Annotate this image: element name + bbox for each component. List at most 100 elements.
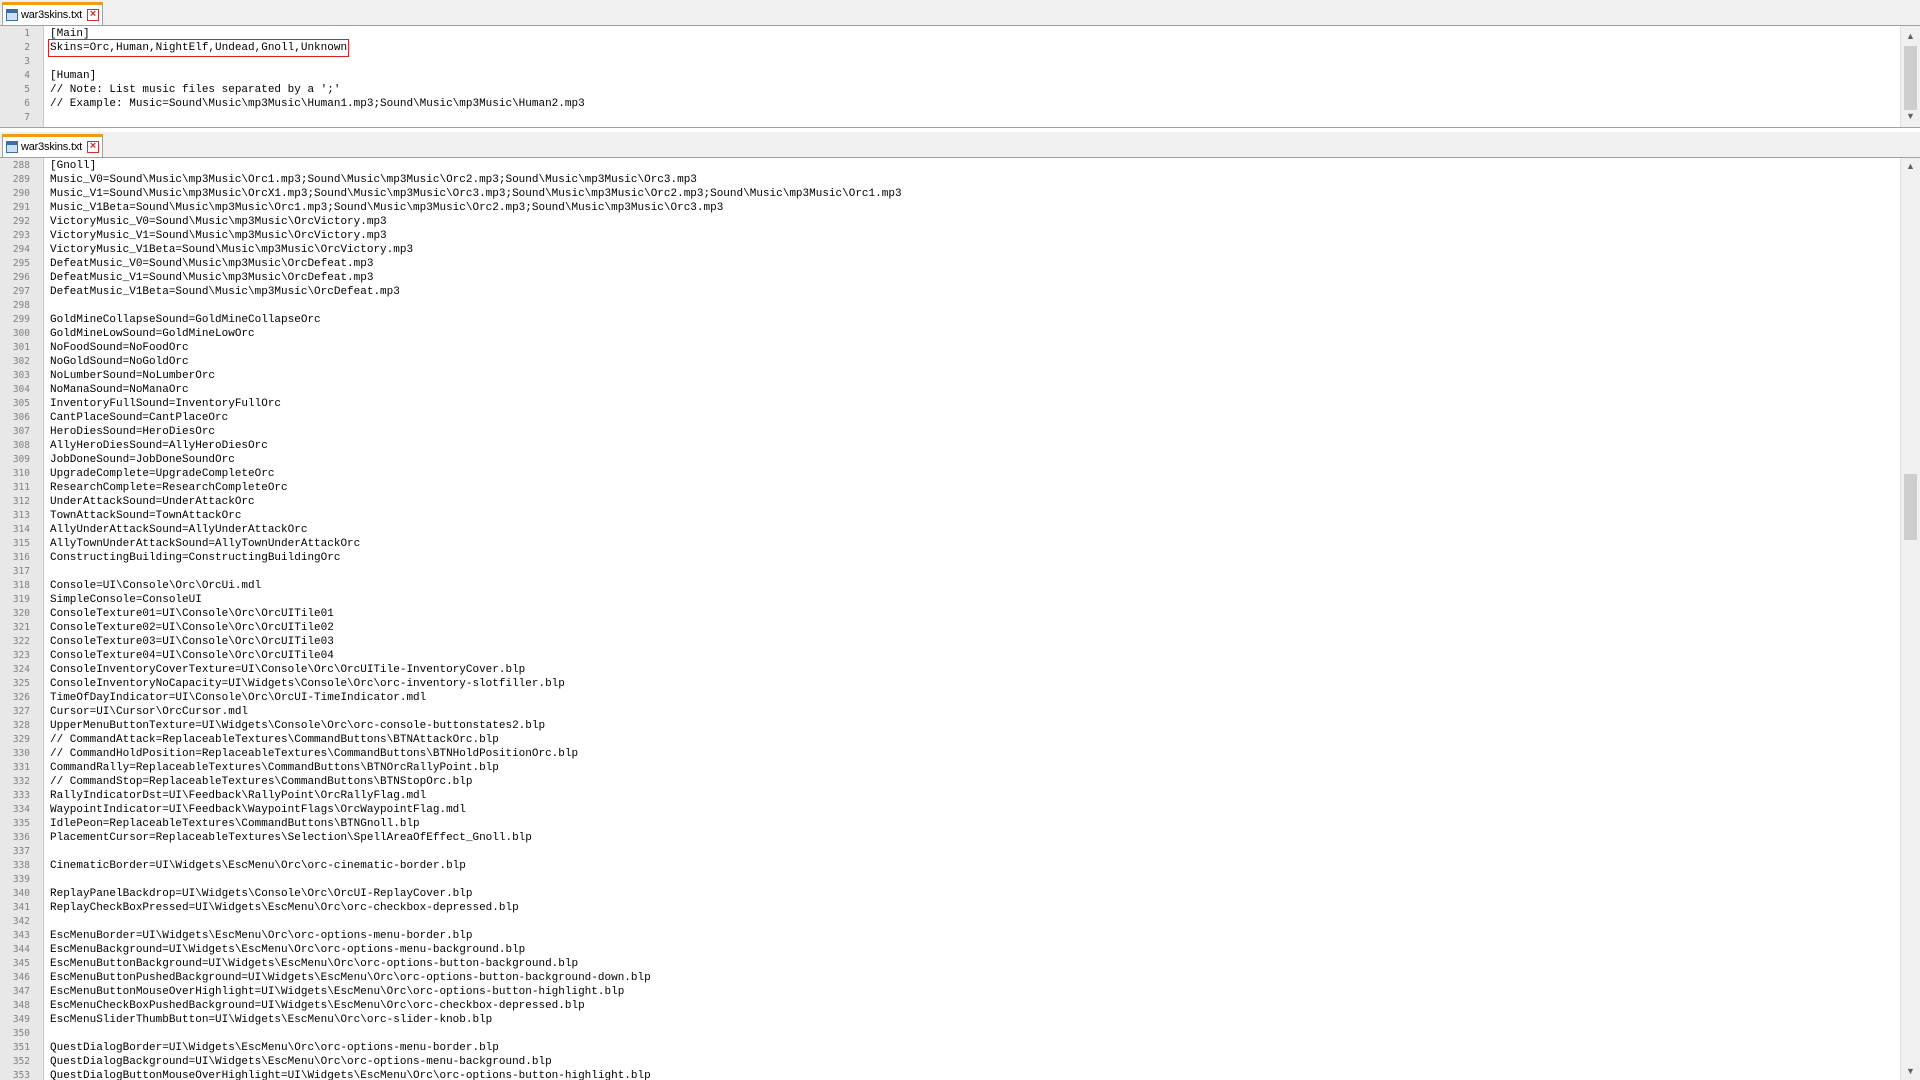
code-line[interactable]: 349 EscMenuSliderThumbButton=UI\Widgets\E… bbox=[0, 1013, 1900, 1027]
code-text[interactable]: SimpleConsole=ConsoleUI bbox=[50, 593, 202, 607]
code-text[interactable]: // CommandStop=ReplaceableTextures\Comma… bbox=[50, 775, 472, 789]
code-text[interactable]: EscMenuButtonMouseOverHighlight=UI\Widge… bbox=[50, 985, 624, 999]
code-text[interactable]: Cursor=UI\Cursor\OrcCursor.mdl bbox=[50, 705, 248, 719]
highlighted-code-text[interactable]: Skins=Orc,Human,NightElf,Undead,Gnoll,Un… bbox=[47, 39, 350, 57]
code-text[interactable]: CinematicBorder=UI\Widgets\EscMenu\Orc\o… bbox=[50, 859, 466, 873]
editor-pane-top[interactable]: 1 [Main] 2 Skins=Orc,Human,NightElf,Undead,… bbox=[0, 26, 1920, 128]
code-line[interactable]: 315 AllyTownUnderAttackSound=AllyTownUnde… bbox=[0, 537, 1900, 551]
code-line[interactable]: 294 VictoryMusic_V1Beta=Sound\Music\mp3Mu… bbox=[0, 243, 1900, 257]
code-text[interactable]: // Note: List music files separated by a… bbox=[50, 83, 340, 97]
code-text[interactable]: // Example: Music=Sound\Music\mp3Music\H… bbox=[50, 97, 585, 111]
code-text[interactable]: CantPlaceSound=CantPlaceOrc bbox=[50, 411, 228, 425]
code-line[interactable]: 324 ConsoleInventoryCoverTexture=UI\Conso… bbox=[0, 663, 1900, 677]
code-line[interactable]: 344 EscMenuBackground=UI\Widgets\EscMenu\… bbox=[0, 943, 1900, 957]
code-text[interactable]: EscMenuSliderThumbButton=UI\Widgets\EscM… bbox=[50, 1013, 492, 1027]
code-text[interactable]: ConsoleTexture02=UI\Console\Orc\OrcUITil… bbox=[50, 621, 334, 635]
code-text[interactable]: ConsoleTexture04=UI\Console\Orc\OrcUITil… bbox=[50, 649, 334, 663]
code-text[interactable]: DefeatMusic_V1=Sound\Music\mp3Music\OrcD… bbox=[50, 271, 373, 285]
code-line[interactable]: 336 PlacementCursor=ReplaceableTextures\S… bbox=[0, 831, 1900, 845]
code-line[interactable]: 303 NoLumberSound=NoLumberOrc bbox=[0, 369, 1900, 383]
code-line[interactable]: 292 VictoryMusic_V0=Sound\Music\mp3Music\… bbox=[0, 215, 1900, 229]
vertical-scrollbar-top[interactable]: ▲ ▼ bbox=[1900, 26, 1920, 127]
code-line[interactable]: 301 NoFoodSound=NoFoodOrc bbox=[0, 341, 1900, 355]
code-text[interactable]: ConstructingBuilding=ConstructingBuildin… bbox=[50, 551, 340, 565]
code-line[interactable]: 325 ConsoleInventoryNoCapacity=UI\Widgets… bbox=[0, 677, 1900, 691]
code-line[interactable]: 321 ConsoleTexture02=UI\Console\Orc\OrcUI… bbox=[0, 621, 1900, 635]
code-line[interactable]: 335 IdlePeon=ReplaceableTextures\CommandB… bbox=[0, 817, 1900, 831]
code-text[interactable]: Console=UI\Console\Orc\OrcUi.mdl bbox=[50, 579, 261, 593]
code-line[interactable]: 323 ConsoleTexture04=UI\Console\Orc\OrcUI… bbox=[0, 649, 1900, 663]
code-text[interactable]: AllyHeroDiesSound=AllyHeroDiesOrc bbox=[50, 439, 268, 453]
code-line[interactable]: 311 ResearchComplete=ResearchCompleteOrc bbox=[0, 481, 1900, 495]
code-line[interactable]: 289 Music_V0=Sound\Music\mp3Music\Orc1.mp… bbox=[0, 173, 1900, 187]
code-text[interactable]: VictoryMusic_V0=Sound\Music\mp3Music\Orc… bbox=[50, 215, 387, 229]
code-line[interactable]: 337 bbox=[0, 845, 1900, 859]
code-line[interactable]: 334 WaypointIndicator=UI\Feedback\Waypoin… bbox=[0, 803, 1900, 817]
code-text[interactable]: UnderAttackSound=UnderAttackOrc bbox=[50, 495, 255, 509]
code-line[interactable]: 297 DefeatMusic_V1Beta=Sound\Music\mp3Mus… bbox=[0, 285, 1900, 299]
code-line[interactable]: 350 bbox=[0, 1027, 1900, 1041]
scroll-down-arrow-icon[interactable]: ▼ bbox=[1901, 1063, 1920, 1080]
code-line[interactable]: 306 CantPlaceSound=CantPlaceOrc bbox=[0, 411, 1900, 425]
code-line[interactable]: 310 UpgradeComplete=UpgradeCompleteOrc bbox=[0, 467, 1900, 481]
code-text[interactable]: HeroDiesSound=HeroDiesOrc bbox=[50, 425, 215, 439]
code-text[interactable]: // CommandHoldPosition=ReplaceableTextur… bbox=[50, 747, 578, 761]
code-text[interactable]: PlacementCursor=ReplaceableTextures\Sele… bbox=[50, 831, 532, 845]
code-text[interactable]: TimeOfDayIndicator=UI\Console\Orc\OrcUI-… bbox=[50, 691, 426, 705]
code-line[interactable]: 307 HeroDiesSound=HeroDiesOrc bbox=[0, 425, 1900, 439]
code-text[interactable]: EscMenuBackground=UI\Widgets\EscMenu\Orc… bbox=[50, 943, 525, 957]
code-text[interactable]: QuestDialogBackground=UI\Widgets\EscMenu… bbox=[50, 1055, 552, 1069]
code-line[interactable]: 326 TimeOfDayIndicator=UI\Console\Orc\Orc… bbox=[0, 691, 1900, 705]
code-line[interactable]: 7 bbox=[0, 111, 1900, 125]
code-line[interactable]: 352 QuestDialogBackground=UI\Widgets\EscM… bbox=[0, 1055, 1900, 1069]
code-line[interactable]: 320 ConsoleTexture01=UI\Console\Orc\OrcUI… bbox=[0, 607, 1900, 621]
code-line[interactable]: 347 EscMenuButtonMouseOverHighlight=UI\Wi… bbox=[0, 985, 1900, 999]
code-text[interactable]: ConsoleTexture03=UI\Console\Orc\OrcUITil… bbox=[50, 635, 334, 649]
code-text[interactable]: ConsoleInventoryCoverTexture=UI\Console\… bbox=[50, 663, 525, 677]
vertical-scrollbar-bottom[interactable]: ▲ ▼ bbox=[1900, 158, 1920, 1080]
code-text[interactable]: AllyTownUnderAttackSound=AllyTownUnderAt… bbox=[50, 537, 360, 551]
code-text[interactable]: InventoryFullSound=InventoryFullOrc bbox=[50, 397, 281, 411]
code-line[interactable]: 299 GoldMineCollapseSound=GoldMineCollaps… bbox=[0, 313, 1900, 327]
code-text[interactable]: NoManaSound=NoManaOrc bbox=[50, 383, 189, 397]
code-text[interactable]: VictoryMusic_V1Beta=Sound\Music\mp3Music… bbox=[50, 243, 413, 257]
code-text[interactable]: // CommandAttack=ReplaceableTextures\Com… bbox=[50, 733, 499, 747]
code-line[interactable]: 345 EscMenuButtonBackground=UI\Widgets\Es… bbox=[0, 957, 1900, 971]
code-line[interactable]: 313 TownAttackSound=TownAttackOrc bbox=[0, 509, 1900, 523]
code-text[interactable]: IdlePeon=ReplaceableTextures\CommandButt… bbox=[50, 817, 420, 831]
code-text[interactable]: DefeatMusic_V0=Sound\Music\mp3Music\OrcD… bbox=[50, 257, 373, 271]
code-line[interactable]: 314 AllyUnderAttackSound=AllyUnderAttackO… bbox=[0, 523, 1900, 537]
code-text[interactable]: EscMenuButtonBackground=UI\Widgets\EscMe… bbox=[50, 957, 578, 971]
code-line[interactable]: 341 ReplayCheckBoxPressed=UI\Widgets\EscM… bbox=[0, 901, 1900, 915]
code-line[interactable]: 340 ReplayPanelBackdrop=UI\Widgets\Consol… bbox=[0, 887, 1900, 901]
code-text[interactable]: EscMenuBorder=UI\Widgets\EscMenu\Orc\orc… bbox=[50, 929, 472, 943]
code-text[interactable]: EscMenuButtonPushedBackground=UI\Widgets… bbox=[50, 971, 651, 985]
code-text[interactable]: VictoryMusic_V1=Sound\Music\mp3Music\Orc… bbox=[50, 229, 387, 243]
code-line[interactable]: 329 // CommandAttack=ReplaceableTextures\… bbox=[0, 733, 1900, 747]
code-line[interactable]: 300 GoldMineLowSound=GoldMineLowOrc bbox=[0, 327, 1900, 341]
code-text[interactable]: NoFoodSound=NoFoodOrc bbox=[50, 341, 189, 355]
code-line[interactable]: 346 EscMenuButtonPushedBackground=UI\Widg… bbox=[0, 971, 1900, 985]
code-text[interactable]: [Gnoll] bbox=[50, 159, 96, 173]
code-line[interactable]: 288 [Gnoll] bbox=[0, 159, 1900, 173]
code-line[interactable]: 333 RallyIndicatorDst=UI\Feedback\RallyPo… bbox=[0, 789, 1900, 803]
code-line[interactable]: 353 QuestDialogButtonMouseOverHighlight=U… bbox=[0, 1069, 1900, 1080]
code-line[interactable]: 317 bbox=[0, 565, 1900, 579]
code-text[interactable]: Music_V0=Sound\Music\mp3Music\Orc1.mp3;S… bbox=[50, 173, 697, 187]
close-icon[interactable]: × bbox=[86, 141, 99, 153]
close-icon[interactable]: × bbox=[86, 9, 99, 21]
code-line[interactable]: 316 ConstructingBuilding=ConstructingBuil… bbox=[0, 551, 1900, 565]
code-line[interactable]: 305 InventoryFullSound=InventoryFullOrc bbox=[0, 397, 1900, 411]
code-text[interactable]: GoldMineLowSound=GoldMineLowOrc bbox=[50, 327, 255, 341]
code-line[interactable]: 312 UnderAttackSound=UnderAttackOrc bbox=[0, 495, 1900, 509]
code-text[interactable]: NoGoldSound=NoGoldOrc bbox=[50, 355, 189, 369]
code-text[interactable]: WaypointIndicator=UI\Feedback\WaypointFl… bbox=[50, 803, 466, 817]
code-text[interactable]: QuestDialogBorder=UI\Widgets\EscMenu\Orc… bbox=[50, 1041, 499, 1055]
scroll-thumb-top[interactable] bbox=[1904, 46, 1917, 110]
code-text[interactable]: ReplayCheckBoxPressed=UI\Widgets\EscMenu… bbox=[50, 901, 519, 915]
code-line[interactable]: 318 Console=UI\Console\Orc\OrcUi.mdl bbox=[0, 579, 1900, 593]
code-text[interactable]: JobDoneSound=JobDoneSoundOrc bbox=[50, 453, 235, 467]
code-line[interactable]: 304 NoManaSound=NoManaOrc bbox=[0, 383, 1900, 397]
code-line[interactable]: 295 DefeatMusic_V0=Sound\Music\mp3Music\O… bbox=[0, 257, 1900, 271]
code-line[interactable]: 308 AllyHeroDiesSound=AllyHeroDiesOrc bbox=[0, 439, 1900, 453]
